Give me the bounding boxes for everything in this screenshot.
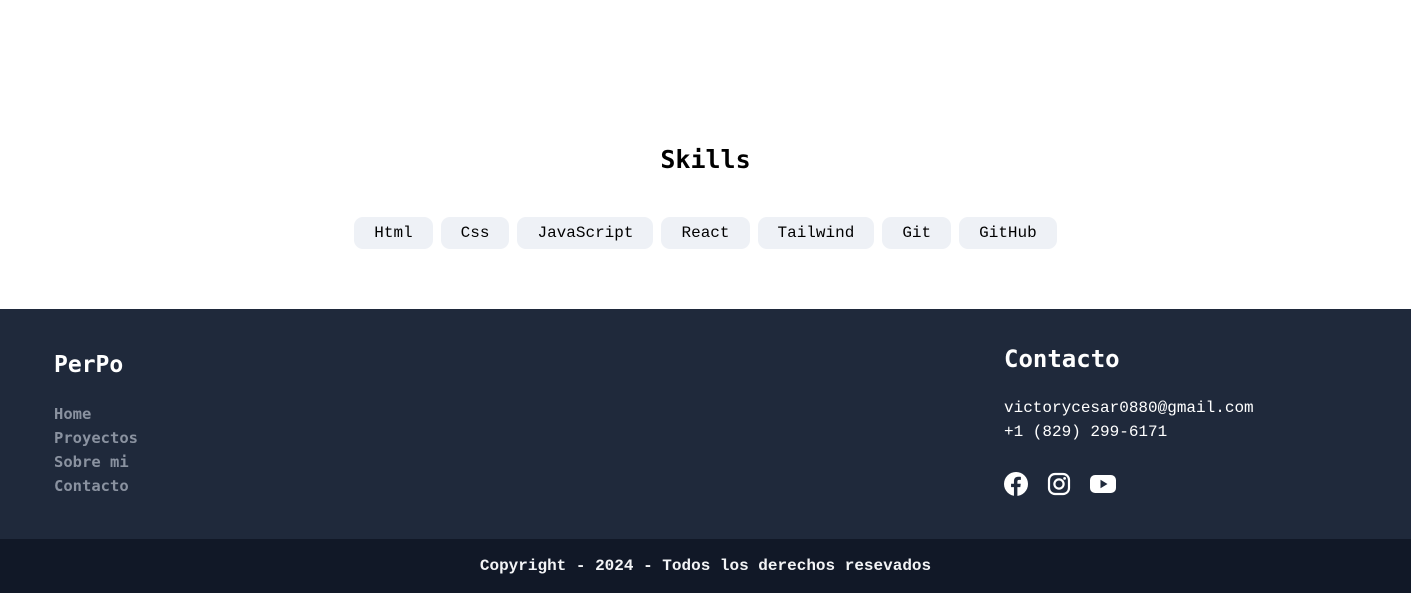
skills-list: Html Css JavaScript React Tailwind Git G… [0,217,1411,249]
skill-tag: Html [354,217,433,249]
copyright-bar: Copyright - 2024 - Todos los derechos re… [0,539,1411,593]
contact-email[interactable]: victorycesar0880@gmail.com [1004,396,1254,420]
instagram-link[interactable] [1047,472,1071,496]
copyright-text: Copyright - 2024 - Todos los derechos re… [479,557,932,575]
skill-tag: GitHub [959,217,1057,249]
footer-brand[interactable]: PerPo [54,350,123,380]
contact-phone[interactable]: +1 (829) 299-6171 [1004,420,1254,444]
youtube-link[interactable] [1090,472,1116,496]
footer-link-home[interactable]: Home [54,402,138,426]
skill-tag: JavaScript [517,217,654,249]
contact-info: victorycesar0880@gmail.com +1 (829) 299-… [1004,396,1254,444]
footer-link-contacto[interactable]: Contacto [54,474,138,498]
footer-nav: Home Proyectos Sobre mi Contacto [54,402,138,498]
youtube-icon [1090,475,1116,493]
skill-tag: React [661,217,750,249]
skill-tag: Css [440,217,510,249]
footer-link-sobre-mi[interactable]: Sobre mi [54,450,138,474]
contact-title: Contacto [1004,345,1120,373]
skill-tag: Git [882,217,952,249]
social-links [1004,472,1116,496]
skill-tag: Tailwind [757,217,875,249]
footer-link-proyectos[interactable]: Proyectos [54,426,138,450]
instagram-icon [1047,472,1071,496]
facebook-icon [1004,472,1028,496]
skills-title: Skills [660,145,751,174]
skills-section: Skills Html Css JavaScript React Tailwin… [0,0,1411,309]
footer: PerPo Home Proyectos Sobre mi Contacto C… [0,309,1411,539]
facebook-link[interactable] [1004,472,1028,496]
